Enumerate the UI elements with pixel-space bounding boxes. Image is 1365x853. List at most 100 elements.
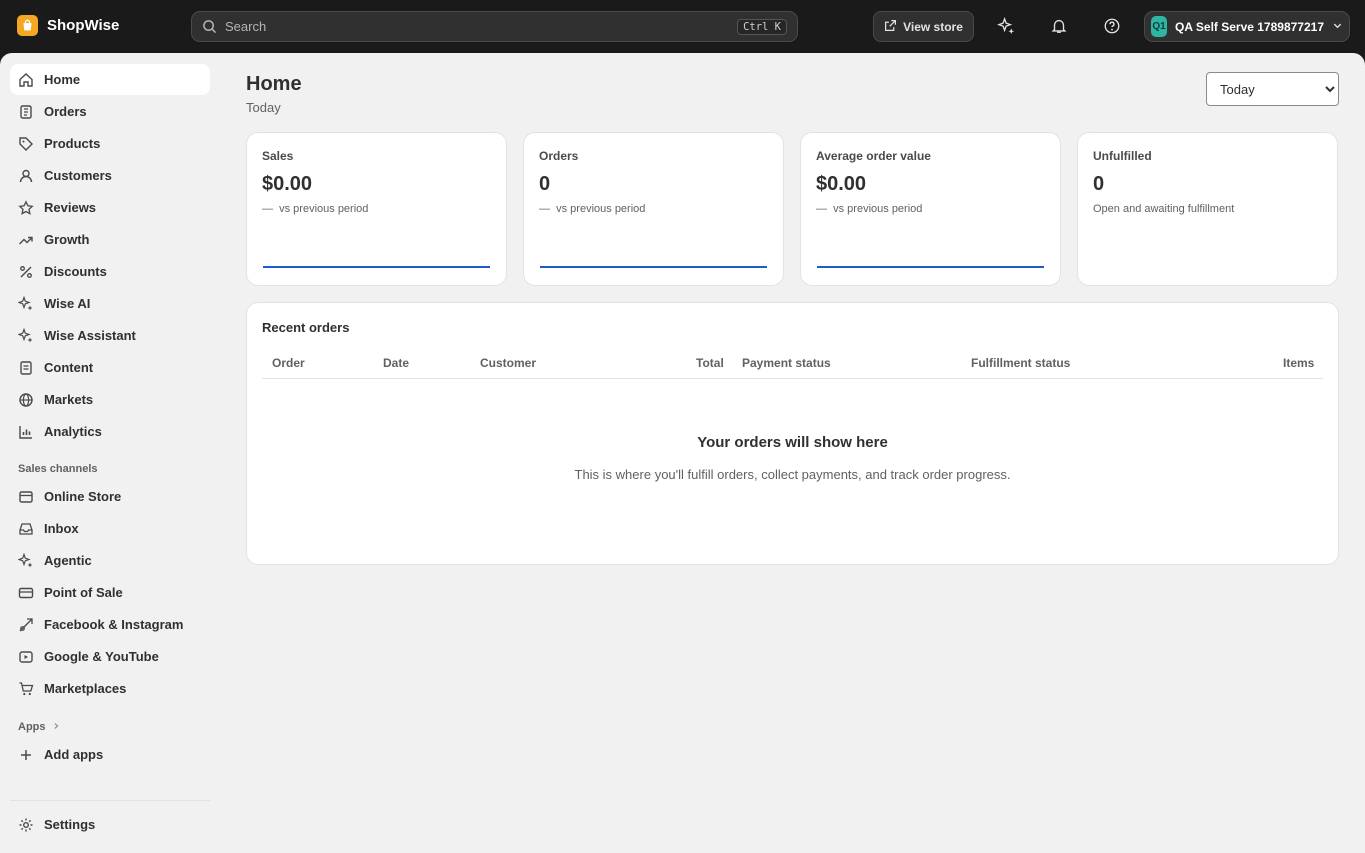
recent-orders-card: Recent orders Order Date Customer Total … bbox=[246, 302, 1339, 565]
column-header-items: Items bbox=[1283, 356, 1315, 370]
person-icon bbox=[17, 167, 35, 185]
sidebar-item-label: Inbox bbox=[44, 521, 79, 536]
column-header-date: Date bbox=[383, 356, 410, 370]
sidebar-item-analytics[interactable]: Analytics bbox=[10, 416, 210, 447]
metric-comparison: — vs previous period bbox=[262, 203, 368, 215]
bell-icon[interactable] bbox=[1048, 15, 1070, 37]
add-apps-button[interactable]: Add apps bbox=[10, 739, 210, 770]
table-header-divider bbox=[262, 378, 1323, 379]
account-menu[interactable]: Q1 QA Self Serve 1789877217 bbox=[1144, 11, 1350, 42]
help-icon[interactable] bbox=[1101, 15, 1123, 37]
sidebar-item-orders[interactable]: Orders bbox=[10, 96, 210, 127]
social-icon bbox=[17, 616, 35, 634]
globe-icon bbox=[17, 391, 35, 409]
sidebar-item-label: Home bbox=[44, 72, 81, 87]
sidebar-item-label: Content bbox=[44, 360, 94, 375]
orders-icon bbox=[17, 103, 35, 121]
sparkle-icon bbox=[17, 295, 35, 313]
home-icon bbox=[17, 71, 35, 89]
avatar: Q1 bbox=[1151, 16, 1167, 37]
sidebar-item-label: Google & YouTube bbox=[44, 649, 159, 664]
cart-icon bbox=[17, 680, 35, 698]
sidebar-item-content[interactable]: Content bbox=[10, 352, 210, 383]
search-placeholder: Search bbox=[225, 19, 267, 34]
sidebar-item-growth[interactable]: Growth bbox=[10, 224, 210, 255]
chart-icon bbox=[17, 423, 35, 441]
sidebar-item-label: Analytics bbox=[44, 424, 102, 439]
sidebar-item-customers[interactable]: Customers bbox=[10, 160, 210, 191]
sidebar-item-inbox[interactable]: Inbox bbox=[10, 513, 210, 544]
search-icon bbox=[202, 19, 217, 34]
account-name: QA Self Serve 1789877217 bbox=[1175, 19, 1324, 34]
metric-description: Open and awaiting fulfillment bbox=[1093, 203, 1235, 215]
metric-title: Orders bbox=[539, 149, 579, 163]
app-frame: Home Orders Products Customers Reviews G… bbox=[0, 53, 1365, 853]
sparkline bbox=[540, 266, 767, 268]
page-title: Home bbox=[246, 73, 302, 95]
sidebar-item-wise-ai[interactable]: Wise AI bbox=[10, 288, 210, 319]
plus-icon bbox=[17, 746, 35, 764]
chevron-right-icon bbox=[52, 721, 60, 733]
sparkle-icon bbox=[17, 327, 35, 345]
sidebar-item-label: Online Store bbox=[44, 489, 122, 504]
sidebar: Home Orders Products Customers Reviews G… bbox=[0, 53, 220, 853]
sparkle-icon[interactable] bbox=[995, 15, 1017, 37]
apps-heading[interactable]: Apps bbox=[18, 721, 60, 733]
sidebar-item-wise-assistant[interactable]: Wise Assistant bbox=[10, 320, 210, 351]
brand[interactable]: ShopWise bbox=[17, 15, 119, 36]
sidebar-item-point-of-sale[interactable]: Point of Sale bbox=[10, 577, 210, 608]
external-link-icon bbox=[884, 19, 897, 35]
chevron-down-icon bbox=[1332, 19, 1343, 34]
sidebar-item-products[interactable]: Products bbox=[10, 128, 210, 159]
metric-title: Sales bbox=[262, 149, 294, 163]
comparison-dash: — bbox=[539, 203, 550, 215]
sidebar-divider bbox=[10, 800, 210, 801]
comparison-dash: — bbox=[816, 203, 827, 215]
top-bar: ShopWise Search Ctrl K View store Q1 QA … bbox=[0, 0, 1365, 53]
page-subtitle: Today bbox=[246, 100, 281, 115]
sidebar-item-reviews[interactable]: Reviews bbox=[10, 192, 210, 223]
comparison-text: vs previous period bbox=[556, 203, 646, 215]
sparkline bbox=[817, 266, 1044, 268]
metric-value: $0.00 bbox=[816, 173, 867, 195]
sidebar-item-label: Products bbox=[44, 136, 101, 151]
metric-card-orders[interactable]: Orders 0 — vs previous period bbox=[523, 132, 784, 286]
sidebar-item-online-store[interactable]: Online Store bbox=[10, 481, 210, 512]
view-store-label: View store bbox=[903, 19, 963, 34]
comparison-text: vs previous period bbox=[833, 203, 923, 215]
document-icon bbox=[17, 359, 35, 377]
apps-label: Apps bbox=[18, 721, 46, 733]
brand-name: ShopWise bbox=[47, 17, 120, 34]
empty-state-title: Your orders will show here bbox=[697, 434, 888, 451]
sidebar-item-label: Wise AI bbox=[44, 296, 91, 311]
sidebar-item-google-youtube[interactable]: Google & YouTube bbox=[10, 641, 210, 672]
metric-title: Unfulfilled bbox=[1093, 149, 1152, 163]
view-store-button[interactable]: View store bbox=[873, 11, 974, 42]
sidebar-item-markets[interactable]: Markets bbox=[10, 384, 210, 415]
period-select[interactable]: Today bbox=[1206, 72, 1339, 106]
comparison-dash: — bbox=[262, 203, 273, 215]
sidebar-item-label: Customers bbox=[44, 168, 112, 183]
gear-icon bbox=[17, 816, 35, 834]
column-header-payment-status: Payment status bbox=[742, 356, 831, 370]
metric-card-sales[interactable]: Sales $0.00 — vs previous period bbox=[246, 132, 507, 286]
video-icon bbox=[17, 648, 35, 666]
shopping-bag-icon bbox=[17, 15, 38, 36]
sidebar-item-discounts[interactable]: Discounts bbox=[10, 256, 210, 287]
empty-state-text: This is where you'll fulfill orders, col… bbox=[574, 467, 1011, 482]
search-shortcut: Ctrl K bbox=[737, 18, 787, 35]
metric-card-unfulfilled[interactable]: Unfulfilled 0 Open and awaiting fulfillm… bbox=[1077, 132, 1338, 286]
column-header-customer: Customer bbox=[480, 356, 537, 370]
sidebar-item-marketplaces[interactable]: Marketplaces bbox=[10, 673, 210, 704]
sidebar-item-label: Markets bbox=[44, 392, 94, 407]
inbox-icon bbox=[17, 520, 35, 538]
sidebar-item-label: Orders bbox=[44, 104, 87, 119]
sidebar-item-agentic[interactable]: Agentic bbox=[10, 545, 210, 576]
sidebar-item-home[interactable]: Home bbox=[10, 64, 210, 95]
discount-icon bbox=[17, 263, 35, 281]
search-input[interactable]: Search Ctrl K bbox=[191, 11, 798, 42]
sidebar-item-settings[interactable]: Settings bbox=[10, 809, 210, 840]
sidebar-item-facebook-instagram[interactable]: Facebook & Instagram bbox=[10, 609, 210, 640]
metric-card-average-order-value[interactable]: Average order value $0.00 — vs previous … bbox=[800, 132, 1061, 286]
recent-orders-title: Recent orders bbox=[262, 320, 350, 335]
